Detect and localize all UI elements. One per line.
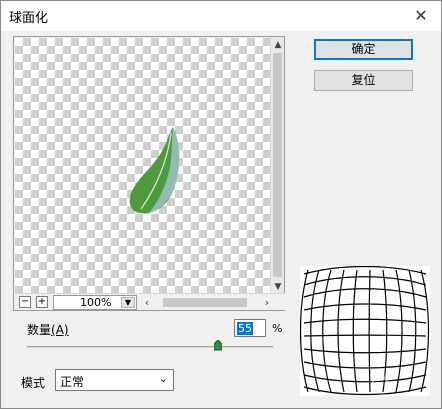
chevron-down-icon: ⌄ (158, 372, 168, 385)
title-bar: 球面化 ✕ (1, 1, 441, 31)
close-icon[interactable]: ✕ (407, 4, 435, 28)
ok-button[interactable]: 确定 (314, 39, 413, 60)
amount-slider-track[interactable] (27, 346, 273, 348)
zoom-in-button[interactable]: + (36, 296, 48, 308)
preview-vertical-scrollbar[interactable]: ▲ ▼ (270, 37, 284, 295)
preview-panel: ▲ ▼ − + 100% ▼ ‹ › (13, 36, 285, 311)
scroll-left-icon[interactable]: ‹ (141, 295, 153, 310)
window-title: 球面化 (9, 11, 49, 26)
chevron-down-icon[interactable]: ▼ (121, 297, 135, 308)
mode-select[interactable]: 正常 ⌄ (55, 369, 174, 391)
amount-slider-thumb[interactable] (213, 340, 222, 351)
scroll-up-icon[interactable]: ▲ (271, 38, 285, 52)
leaf-image (129, 127, 180, 214)
spherize-dialog: 球面化 ✕ ▲ ▼ − + 100% ▼ ‹ › 确定 复位 数量(A) 55 … (0, 0, 442, 409)
zoom-out-button[interactable]: − (19, 296, 31, 308)
preview-horizontal-scrollbar[interactable]: ‹ › (141, 295, 273, 310)
amount-label: 数量(A) (27, 321, 69, 338)
scroll-down-icon[interactable]: ▼ (271, 280, 285, 294)
amount-accelerator: (A) (51, 323, 69, 337)
watermark-badge: php (352, 365, 412, 389)
percent-unit: % (272, 322, 283, 335)
scroll-right-icon[interactable]: › (261, 295, 273, 310)
mode-label: 模式 (21, 376, 46, 390)
watermark-text: php (371, 370, 393, 383)
mode-value: 正常 (60, 375, 85, 389)
amount-value: 55 (237, 322, 253, 335)
zoom-level-value: 100% (80, 296, 112, 309)
preview-canvas[interactable] (15, 38, 271, 293)
horizontal-scroll-thumb[interactable] (163, 298, 247, 307)
amount-input[interactable]: 55 (234, 319, 266, 337)
reset-button[interactable]: 复位 (314, 70, 413, 91)
zoom-level-field[interactable]: 100% ▼ (53, 295, 137, 310)
preview-status-bar: − + 100% ▼ ‹ › (15, 293, 285, 310)
amount-label-text: 数量 (27, 323, 52, 337)
vertical-scroll-thumb[interactable] (273, 53, 282, 277)
